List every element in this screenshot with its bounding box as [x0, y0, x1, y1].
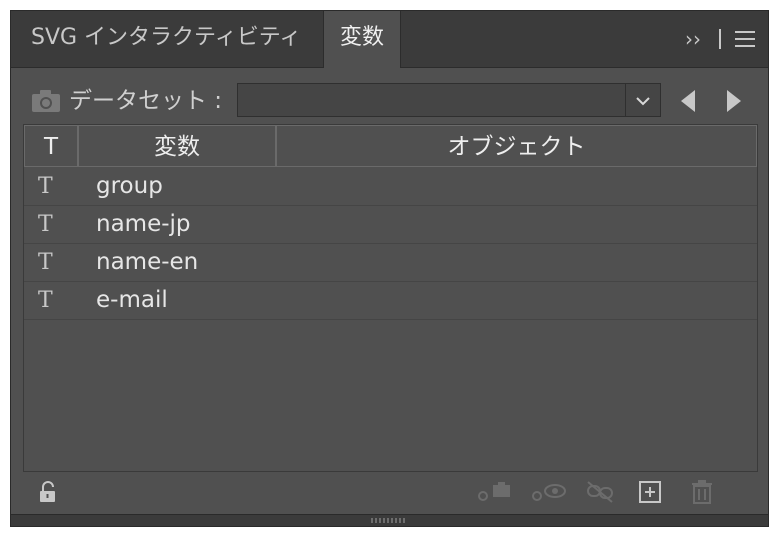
variable-name: name-en	[96, 249, 199, 275]
panel-menu-button[interactable]	[735, 11, 755, 67]
next-dataset-icon[interactable]	[725, 90, 743, 112]
column-type[interactable]: T	[24, 125, 78, 167]
previous-dataset-icon[interactable]	[679, 90, 697, 112]
table-row[interactable]: T e-mail	[24, 282, 757, 320]
table-rows: T group T name-jp T name-en T e-mail	[24, 168, 757, 320]
select-divider	[625, 84, 626, 116]
table-row[interactable]: T name-jp	[24, 206, 757, 244]
new-variable-icon[interactable]	[639, 481, 661, 503]
variable-name: name-jp	[96, 211, 191, 237]
dataset-select[interactable]	[237, 83, 661, 117]
tab-bar: SVG インタラクティビティ 変数 ››	[11, 11, 768, 68]
tab-svg-interactivity[interactable]: SVG インタラクティビティ	[11, 11, 322, 67]
text-variable-icon: T	[38, 174, 53, 199]
variables-panel: SVG インタラクティビティ 変数 ›› データセット : T 変数 オブジェク…	[10, 10, 769, 527]
visibility-variable-icon[interactable]	[529, 481, 567, 503]
tabbar-divider	[719, 29, 721, 49]
hamburger-menu-icon	[735, 31, 755, 47]
column-object[interactable]: オブジェクト	[276, 125, 757, 167]
grip-dots-icon	[371, 518, 405, 523]
column-variable[interactable]: 変数	[78, 125, 276, 167]
trash-icon[interactable]	[691, 480, 713, 504]
table-row[interactable]: T group	[24, 168, 757, 206]
camera-icon[interactable]	[32, 90, 60, 112]
unbind-icon[interactable]	[585, 480, 615, 504]
table-header: T 変数 オブジェクト	[24, 125, 757, 168]
variable-name: e-mail	[96, 287, 168, 313]
text-variable-icon: T	[38, 250, 53, 275]
panel-footer	[11, 473, 768, 517]
chevron-down-icon	[636, 97, 650, 106]
variables-table: T 変数 オブジェクト T group T name-jp T name-en …	[23, 124, 758, 472]
unlock-icon[interactable]	[39, 481, 57, 503]
tab-variables[interactable]: 変数	[323, 11, 401, 68]
text-variable-icon: T	[38, 212, 53, 237]
dataset-label: データセット :	[69, 88, 223, 114]
table-row[interactable]: T name-en	[24, 244, 757, 282]
dataset-row: データセット :	[11, 83, 768, 119]
variable-name: group	[96, 173, 163, 199]
expand-panels-button[interactable]: ››	[685, 11, 701, 67]
resize-grip[interactable]	[11, 514, 768, 526]
text-variable-icon: T	[38, 288, 53, 313]
capture-dataset-icon[interactable]	[475, 481, 513, 503]
